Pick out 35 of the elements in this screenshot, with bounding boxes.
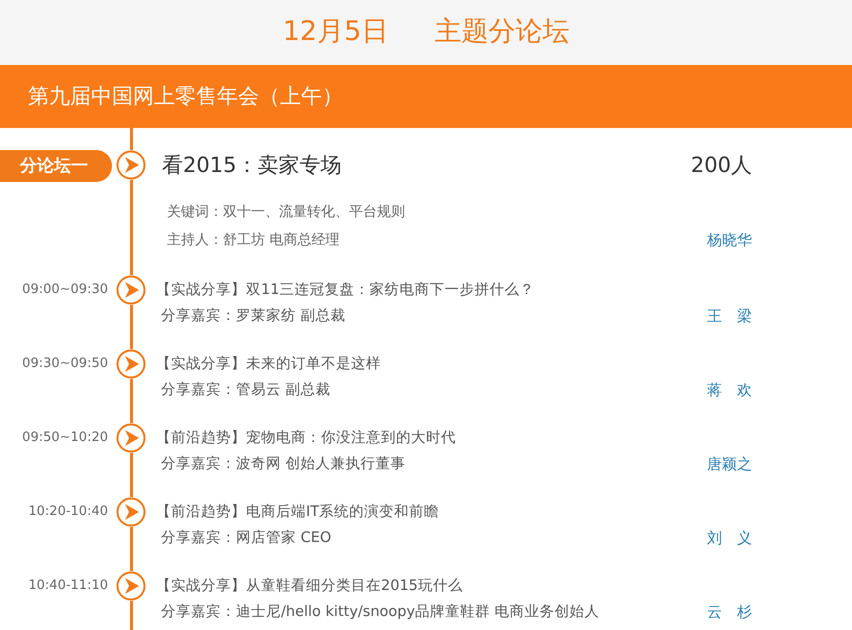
- speaker-text: 分享嘉宾：波奇网 创始人兼执行董事: [160, 454, 406, 474]
- arrow-circle-icon: [116, 275, 146, 305]
- time-text: 09:50~10:20: [22, 429, 108, 447]
- session-title: 【实战分享】未来的订单不是这样: [156, 354, 381, 374]
- time-text: 09:30~09:50: [22, 355, 108, 373]
- capacity-text: 200人: [690, 152, 752, 180]
- time-text: 10:40-11:10: [28, 577, 108, 595]
- session-title: 【实战分享】双11三连冠复盘：家纺电商下一步拼什么？: [156, 280, 534, 300]
- arrow-circle-icon: [116, 349, 146, 379]
- speaker-text: 分享嘉宾：罗莱家纺 副总裁: [160, 306, 346, 326]
- arrow-circle-icon: [116, 497, 146, 527]
- session-title: 【前沿趋势】宠物电商：你没注意到的大时代: [156, 428, 456, 448]
- host-name: 杨晓华: [707, 230, 752, 251]
- time-text: 10:20-10:40: [28, 503, 108, 521]
- time-text: 09:00~09:30: [22, 281, 108, 299]
- forum-tag: 分论坛一: [0, 150, 112, 182]
- session-title: 【实战分享】从童鞋看细分类目在2015玩什么: [156, 576, 463, 596]
- date-heading: 12月5日: [282, 15, 388, 50]
- speaker-name: 云 杉: [707, 602, 752, 623]
- session-title: 【前沿趋势】电商后端IT系统的演变和前瞻: [156, 502, 440, 522]
- speaker-text: 分享嘉宾：管易云 副总裁: [160, 380, 331, 400]
- speaker-name: 蒋 欢: [707, 380, 752, 401]
- speaker-text: 分享嘉宾：网店管家 CEO: [160, 528, 332, 548]
- arrow-circle-icon: [116, 423, 146, 453]
- forum-title: 看2015：卖家专场: [162, 152, 342, 180]
- arrow-circle-icon: [116, 571, 146, 601]
- host-text: 主持人：舒工坊 电商总经理: [166, 231, 340, 250]
- speaker-name: 刘 义: [707, 528, 752, 549]
- banner-title: 第九届中国网上零售年会（上午）: [28, 82, 343, 110]
- speaker-name: 王 梁: [707, 306, 752, 327]
- arrow-circle-icon: [116, 150, 146, 180]
- keywords-text: 关键词：双十一、流量转化、平台规则: [166, 203, 405, 222]
- speaker-name: 唐颖之: [707, 454, 752, 475]
- speaker-text: 分享嘉宾：迪士尼/hello kitty/snoopy品牌童鞋群 电商业务创始人: [160, 602, 600, 622]
- section-heading: 主题分论坛: [434, 15, 570, 50]
